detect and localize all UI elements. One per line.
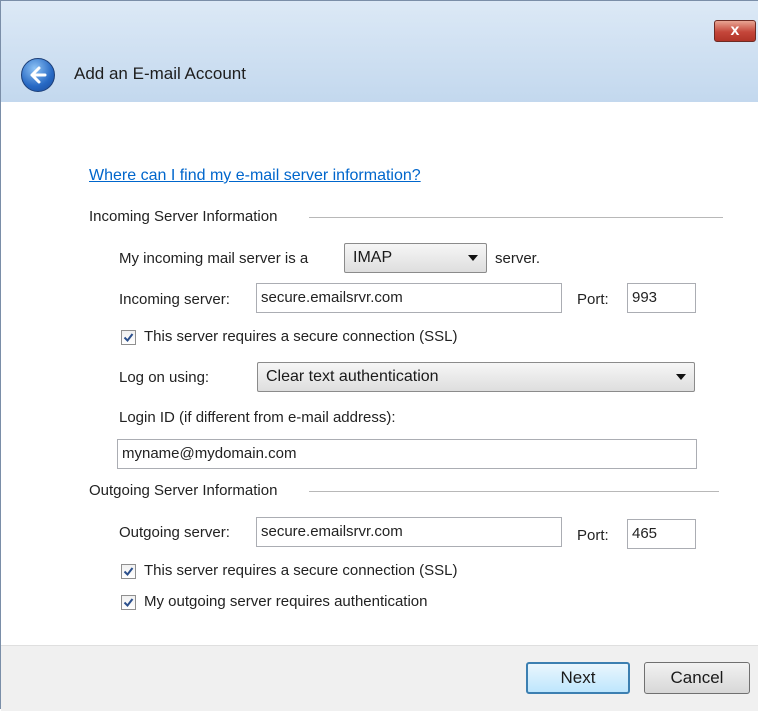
checkmark-icon bbox=[123, 333, 134, 343]
outgoing-port-label: Port: bbox=[577, 527, 609, 544]
login-id-input[interactable]: myname@mydomain.com bbox=[117, 439, 697, 469]
incoming-server-input[interactable]: secure.emailsrvr.com bbox=[256, 283, 562, 313]
checkmark-icon bbox=[123, 567, 134, 577]
checkmark-icon bbox=[123, 598, 134, 608]
outgoing-server-input[interactable]: secure.emailsrvr.com bbox=[256, 517, 562, 547]
server-info-help-link[interactable]: Where can I find my e-mail server inform… bbox=[89, 167, 421, 185]
outgoing-server-label: Outgoing server: bbox=[119, 524, 230, 541]
outgoing-ssl-checkbox[interactable] bbox=[121, 564, 136, 579]
login-id-label: Login ID (if different from e-mail addre… bbox=[119, 409, 396, 426]
server-type-value: IMAP bbox=[353, 249, 393, 266]
add-email-account-dialog: x Add an E-mail Account Where can I find… bbox=[0, 0, 758, 711]
logon-method-value: Clear text authentication bbox=[266, 368, 439, 385]
close-button[interactable]: x bbox=[714, 20, 756, 42]
title-bar bbox=[1, 1, 758, 102]
outgoing-ssl-label: This server requires a secure connection… bbox=[144, 562, 458, 579]
incoming-port-label: Port: bbox=[577, 291, 609, 308]
back-arrow-icon bbox=[30, 66, 47, 84]
incoming-section-title: Incoming Server Information bbox=[89, 208, 278, 225]
close-icon: x bbox=[730, 22, 740, 39]
server-type-select[interactable]: IMAP bbox=[344, 243, 487, 273]
chevron-down-icon bbox=[468, 255, 478, 261]
logon-method-select[interactable]: Clear text authentication bbox=[257, 362, 695, 392]
chevron-down-icon bbox=[676, 374, 686, 380]
incoming-ssl-label: This server requires a secure connection… bbox=[144, 328, 458, 345]
incoming-ssl-checkbox[interactable] bbox=[121, 330, 136, 345]
server-type-suffix-label: server. bbox=[495, 250, 541, 267]
outgoing-port-input[interactable]: 465 bbox=[627, 519, 696, 549]
cancel-button[interactable]: Cancel bbox=[644, 662, 750, 694]
back-button[interactable] bbox=[21, 58, 55, 92]
incoming-port-input[interactable]: 993 bbox=[627, 283, 696, 313]
incoming-section-divider bbox=[309, 217, 723, 218]
next-button[interactable]: Next bbox=[526, 662, 630, 694]
outgoing-auth-checkbox[interactable] bbox=[121, 595, 136, 610]
outgoing-section-divider bbox=[309, 491, 719, 492]
logon-using-label: Log on using: bbox=[119, 369, 210, 386]
outgoing-section-title: Outgoing Server Information bbox=[89, 482, 278, 499]
page-title: Add an E-mail Account bbox=[74, 64, 246, 83]
server-type-prefix-label: My incoming mail server is a bbox=[119, 250, 309, 267]
incoming-server-label: Incoming server: bbox=[119, 291, 230, 308]
outgoing-auth-label: My outgoing server requires authenticati… bbox=[144, 593, 428, 610]
